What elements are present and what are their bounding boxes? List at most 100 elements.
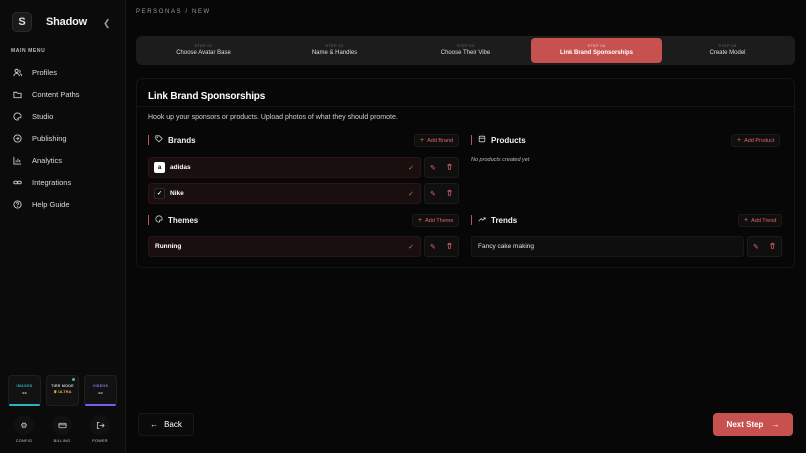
sidebar: S Shadow ❮ MAIN MENU Profiles Content Pa… — [0, 0, 126, 453]
step-number: STEP 02 — [325, 44, 344, 48]
brand-row-actions: ✎ — [424, 183, 459, 204]
trash-icon[interactable] — [446, 189, 453, 198]
edit-icon[interactable]: ✎ — [430, 164, 436, 172]
sidebar-item-label: Studio — [32, 111, 54, 121]
brand-row-actions: ✎ — [424, 157, 459, 178]
videos-stat[interactable]: VIDEOS -- — [84, 375, 117, 406]
billing-button[interactable]: BILLING — [50, 415, 74, 443]
brand-row[interactable]: a adidas ✓ — [148, 157, 421, 178]
sidebar-item-studio[interactable]: Studio — [7, 107, 119, 125]
videos-stat-label: VIDEOS — [92, 384, 109, 388]
folder-icon — [13, 90, 22, 99]
panel-corner-mark: · — [142, 82, 144, 88]
check-icon: ✓ — [408, 190, 414, 198]
step-number: STEP 05 — [718, 44, 737, 48]
page-title: Link Brand Sponsorships — [148, 91, 266, 102]
trend-row-actions: ✎ — [747, 236, 782, 257]
trend-name: Fancy cake making — [478, 243, 534, 250]
sidebar-item-publishing[interactable]: Publishing — [7, 129, 119, 147]
panel-description: Hook up your sponsors or products. Uploa… — [148, 114, 398, 121]
brand[interactable]: S Shadow — [12, 12, 87, 32]
collapse-sidebar-icon[interactable]: ❮ — [103, 18, 111, 29]
trash-icon[interactable] — [446, 163, 453, 172]
sidebar-item-label: Profiles — [32, 67, 58, 77]
add-brand-button[interactable]: + Add Brand — [414, 134, 460, 147]
step-3[interactable]: STEP 03 Choose Their Vibe — [400, 38, 531, 63]
tag-icon — [155, 135, 163, 145]
edit-icon[interactable]: ✎ — [430, 243, 436, 251]
videos-stat-value: -- — [98, 390, 103, 397]
products-empty-state: No products created yet — [471, 157, 530, 163]
sidebar-item-label: Integrations — [32, 177, 72, 187]
utility-buttons: ⚙ CONFIG BILLING POWER — [12, 415, 112, 443]
logout-icon — [90, 415, 110, 435]
add-trend-label: Add Trend — [751, 217, 777, 224]
palette-icon — [13, 111, 22, 121]
chart-icon — [13, 156, 22, 165]
sidebar-item-integrations[interactable]: Integrations — [7, 173, 119, 191]
images-stat-value: -- — [22, 390, 27, 397]
theme-row[interactable]: Running ✓ — [148, 236, 421, 257]
trash-icon[interactable] — [446, 242, 453, 251]
card-icon — [52, 415, 72, 435]
brand-name: Nike — [170, 190, 184, 197]
box-icon — [478, 135, 486, 145]
help-icon — [13, 199, 22, 209]
sidebar-item-label: Publishing — [32, 133, 67, 143]
edit-icon[interactable]: ✎ — [430, 190, 436, 198]
send-icon — [13, 133, 22, 143]
config-label: CONFIG — [15, 439, 33, 443]
users-icon — [13, 68, 22, 77]
add-theme-button[interactable]: + Add Theme — [412, 214, 460, 227]
images-stat[interactable]: IMAGES -- — [8, 375, 41, 406]
edit-icon[interactable]: ✎ — [753, 243, 759, 251]
menu-title: MAIN MENU — [11, 48, 46, 54]
trash-icon[interactable] — [769, 242, 776, 251]
sidebar-item-content-paths[interactable]: Content Paths — [7, 85, 119, 103]
products-title: Products — [491, 135, 526, 145]
sidebar-item-label: Help Guide — [32, 199, 70, 209]
trends-title: Trends — [491, 215, 518, 225]
arrow-left-icon: ← — [150, 420, 159, 429]
step-label: Name & Handles — [311, 50, 358, 56]
themes-header: Themes — [148, 215, 198, 225]
step-4[interactable]: STEP 04 Link Brand Sponsorships — [531, 38, 662, 63]
sidebar-item-profiles[interactable]: Profiles — [7, 63, 119, 81]
step-label: Link Brand Sponsorships — [559, 50, 633, 56]
brand-row[interactable]: ✓ Nike ✓ — [148, 183, 421, 204]
trends-header: Trends — [471, 215, 517, 225]
step-5[interactable]: STEP 05 Create Model — [662, 38, 793, 63]
plus-icon: + — [744, 217, 749, 224]
tier-stat[interactable]: TIER MODE ♛ ULTRA — [46, 375, 79, 406]
tier-stat-label: TIER MODE — [51, 384, 74, 388]
products-header: Products — [471, 135, 526, 145]
gear-icon: ⚙ — [14, 415, 34, 435]
next-step-button[interactable]: Next Step → — [713, 413, 793, 436]
accent-bar — [471, 135, 472, 145]
status-dot — [72, 378, 75, 381]
plus-icon: + — [737, 137, 742, 144]
step-number: STEP 03 — [456, 44, 475, 48]
step-1[interactable]: STEP 01 Choose Avatar Base — [138, 38, 269, 63]
power-button[interactable]: POWER — [88, 415, 112, 443]
add-product-button[interactable]: + Add Product — [731, 134, 781, 147]
config-button[interactable]: ⚙ CONFIG — [12, 415, 36, 443]
sidebar-item-analytics[interactable]: Analytics — [7, 151, 119, 169]
back-button[interactable]: ← Back — [138, 413, 194, 436]
app-name: Shadow — [46, 16, 87, 28]
add-theme-label: Add Theme — [425, 217, 454, 224]
nike-logo: ✓ — [154, 188, 165, 199]
usage-stats: IMAGES -- TIER MODE ♛ ULTRA VIDEOS -- — [8, 375, 117, 406]
trend-row[interactable]: Fancy cake making — [471, 236, 744, 257]
step-label: Create Model — [709, 50, 746, 56]
plus-icon: + — [420, 137, 425, 144]
sidebar-item-help-guide[interactable]: Help Guide — [7, 195, 119, 213]
panel-corner-mark: · — [786, 82, 788, 88]
power-label: POWER — [92, 439, 108, 443]
images-stat-bar — [9, 404, 40, 406]
add-trend-button[interactable]: + Add Trend — [738, 214, 783, 227]
step-2[interactable]: STEP 02 Name & Handles — [269, 38, 400, 63]
tier-value: ULTRA — [58, 389, 72, 394]
next-label: Next Step — [726, 420, 764, 429]
brands-title: Brands — [168, 135, 196, 145]
